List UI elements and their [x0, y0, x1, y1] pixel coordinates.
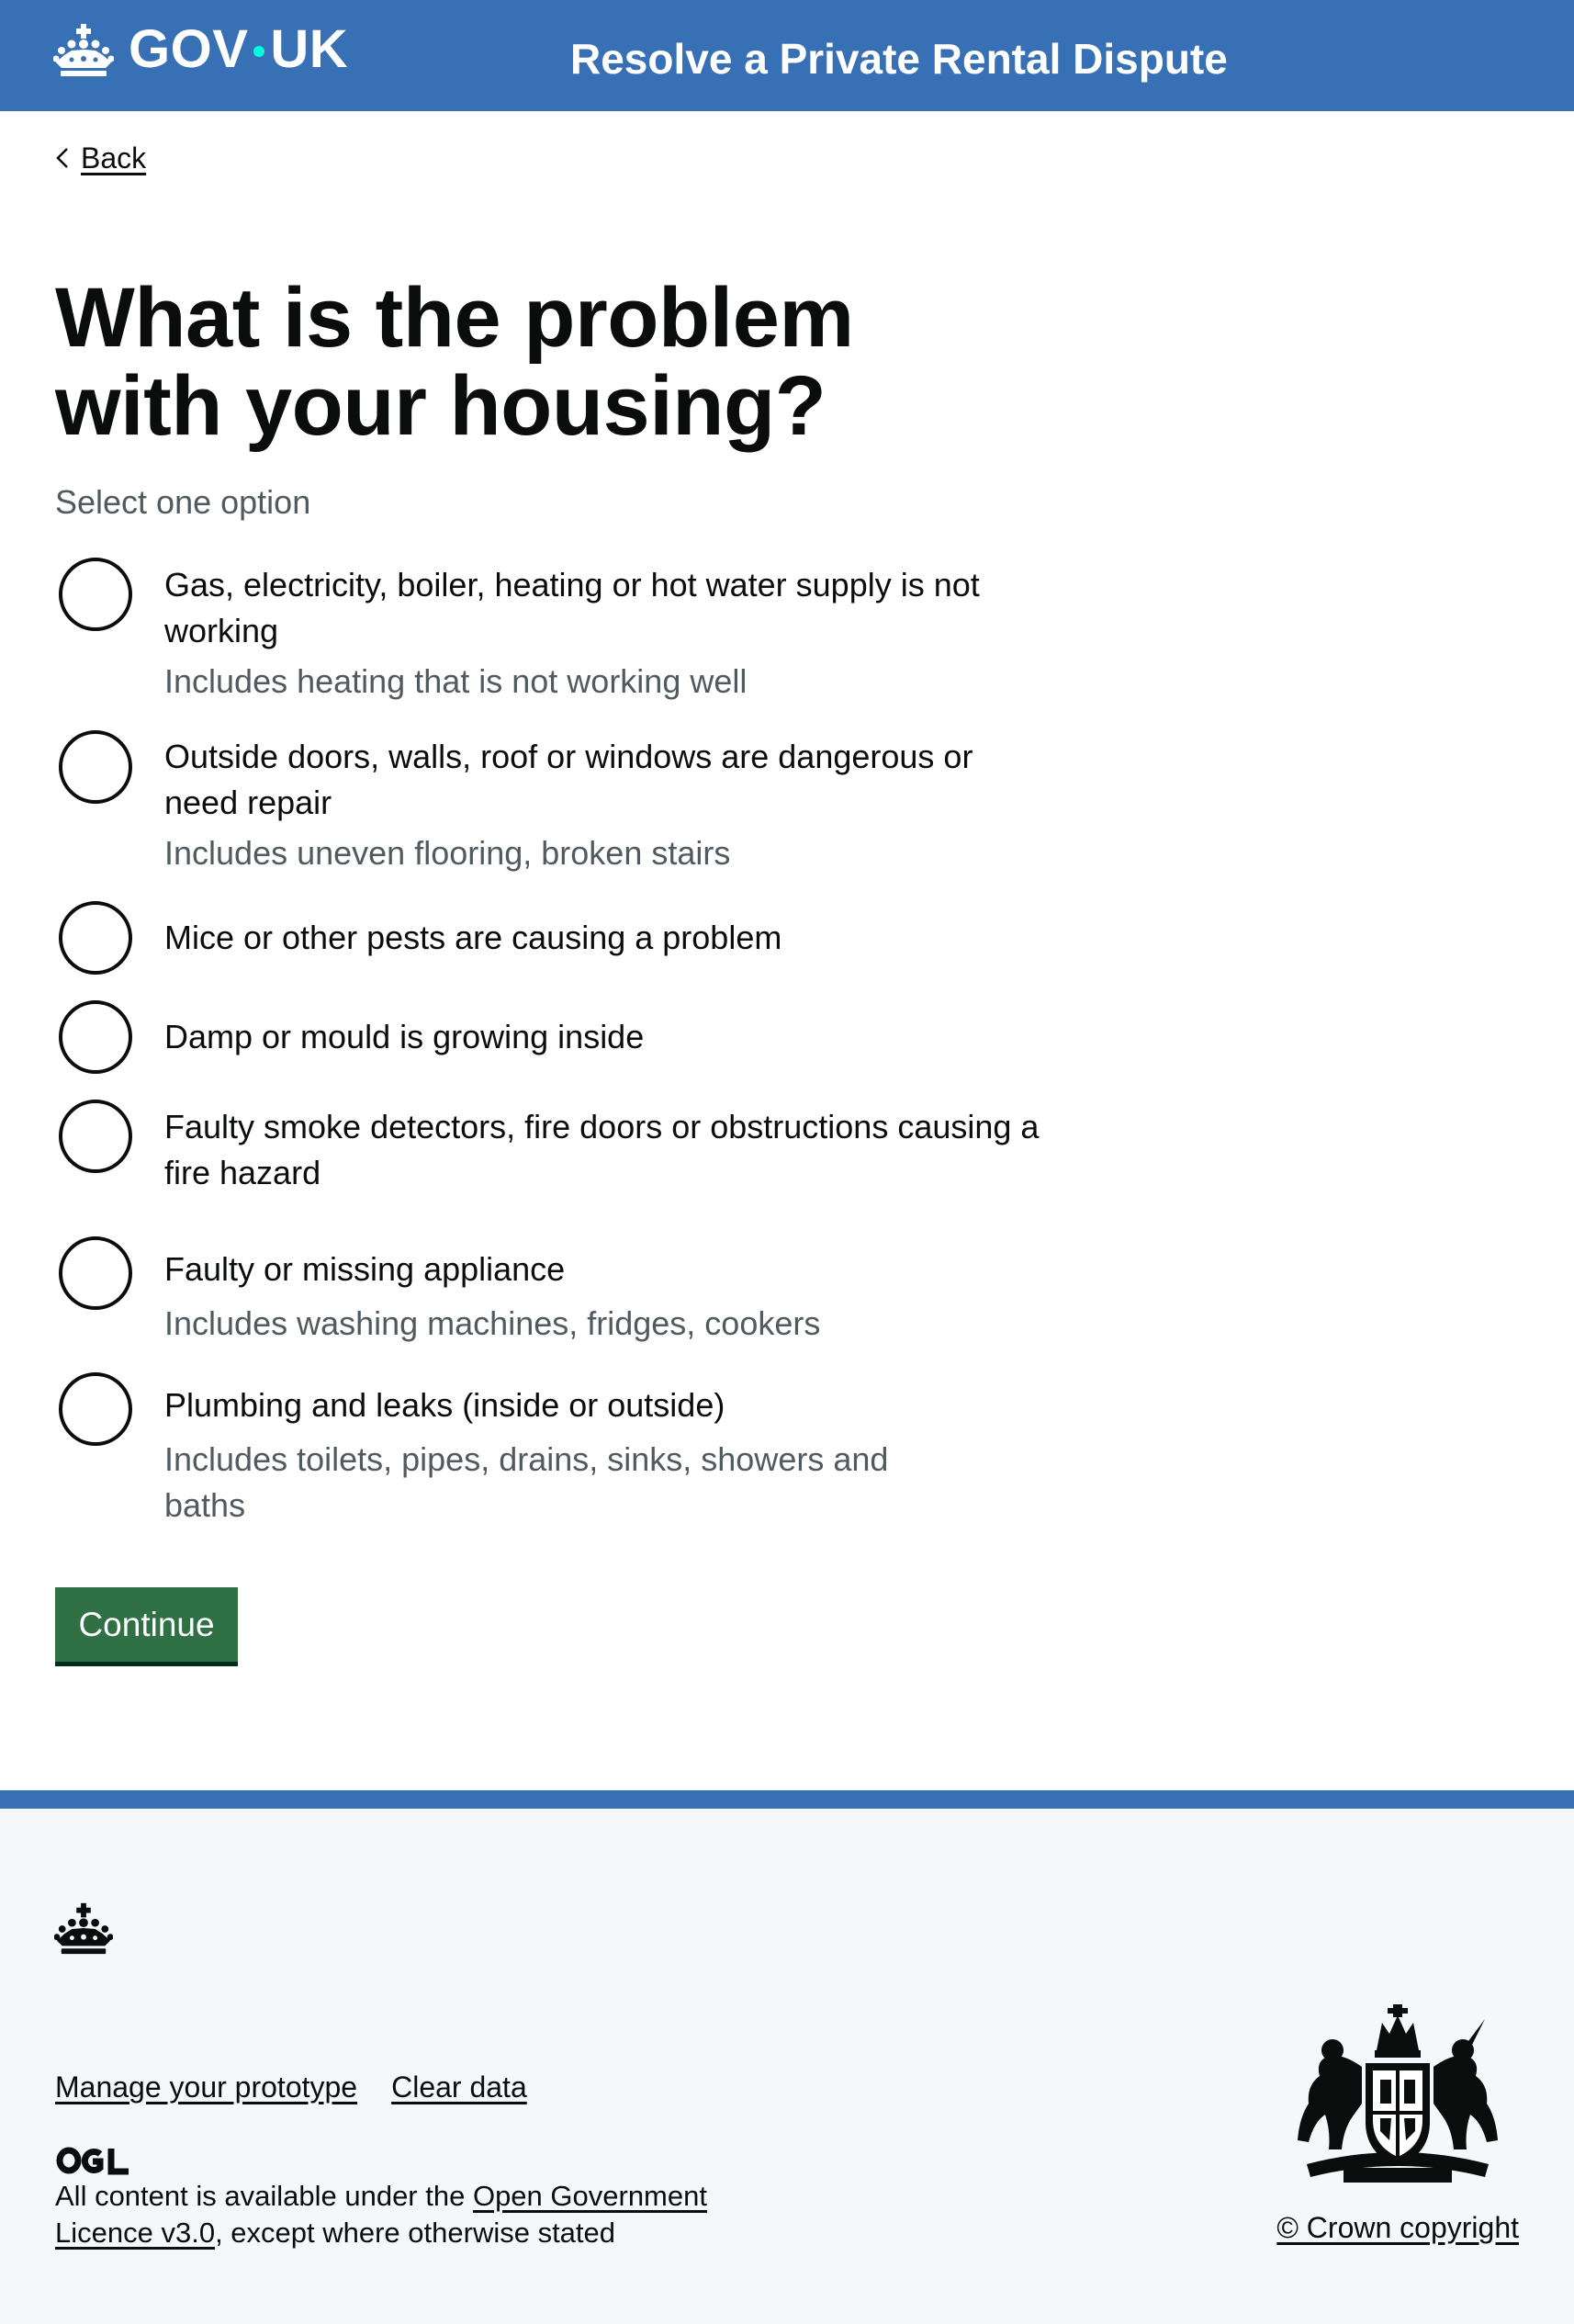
licence-text: All content is available under the Open … [55, 2178, 790, 2251]
crown-icon [54, 1902, 113, 1955]
chevron-left-icon [56, 148, 68, 168]
radio-label[interactable]: Mice or other pests are causing a proble… [164, 915, 1046, 961]
ogl-logo-icon [56, 2147, 129, 2175]
footer-link-manage-prototype[interactable]: Manage your prototype [55, 2070, 357, 2104]
radio-hint: Includes washing machines, fridges, cook… [164, 1304, 821, 1342]
radio-button[interactable] [59, 558, 132, 631]
radio-label[interactable]: Faulty or missing appliance [164, 1247, 1046, 1292]
question-hint: Select one option [55, 483, 311, 521]
licence-prefix: All content is available under the [55, 2180, 473, 2212]
radio-button[interactable] [59, 730, 132, 804]
radio-button[interactable] [59, 1236, 132, 1310]
back-link-label: Back [81, 141, 147, 175]
radio-label[interactable]: Damp or mould is growing inside [164, 1014, 1046, 1060]
radio-hint: Includes toilets, pipes, drains, sinks, … [164, 1440, 889, 1524]
crown-icon [53, 24, 114, 76]
logo-text-uk: UK [270, 19, 349, 79]
footer-links: Manage your prototype Clear data [55, 2070, 527, 2104]
radio-label[interactable]: Outside doors, walls, roof or windows ar… [164, 734, 1046, 826]
service-name-link[interactable]: Resolve a Private Rental Dispute [570, 33, 1228, 85]
govuk-logo-link[interactable]: GOV UK [53, 22, 348, 77]
radio-button[interactable] [59, 901, 132, 975]
radio-label[interactable]: Gas, electricity, boiler, heating or hot… [164, 562, 1046, 654]
royal-coat-of-arms-icon [1298, 2004, 1498, 2183]
radio-button[interactable] [59, 1100, 132, 1173]
site-footer: Manage your prototype Clear data All con… [0, 1790, 1574, 2324]
govuk-wordmark: GOV UK [129, 22, 348, 77]
site-header: GOV UK Resolve a Private Rental Dispute [0, 0, 1574, 111]
crown-copyright-link[interactable]: © Crown copyright [1276, 2209, 1519, 2246]
radio-label[interactable]: Faulty smoke detectors, fire doors or ob… [164, 1104, 1046, 1196]
radio-hint: Includes heating that is not working wel… [164, 662, 748, 700]
radio-button[interactable] [59, 1000, 132, 1074]
radio-button[interactable] [59, 1372, 132, 1446]
continue-button[interactable]: Continue [55, 1587, 238, 1662]
back-link[interactable]: Back [55, 141, 146, 175]
logo-text-gov: GOV [129, 19, 249, 79]
licence-suffix: , except where otherwise stated [215, 2217, 616, 2249]
radio-hint: Includes uneven flooring, broken stairs [164, 834, 731, 872]
page-title: What is the problem with your housing? [55, 271, 854, 453]
radio-label[interactable]: Plumbing and leaks (inside or outside) [164, 1382, 1046, 1428]
logo-dot [253, 46, 265, 57]
footer-link-clear-data[interactable]: Clear data [391, 2070, 527, 2104]
